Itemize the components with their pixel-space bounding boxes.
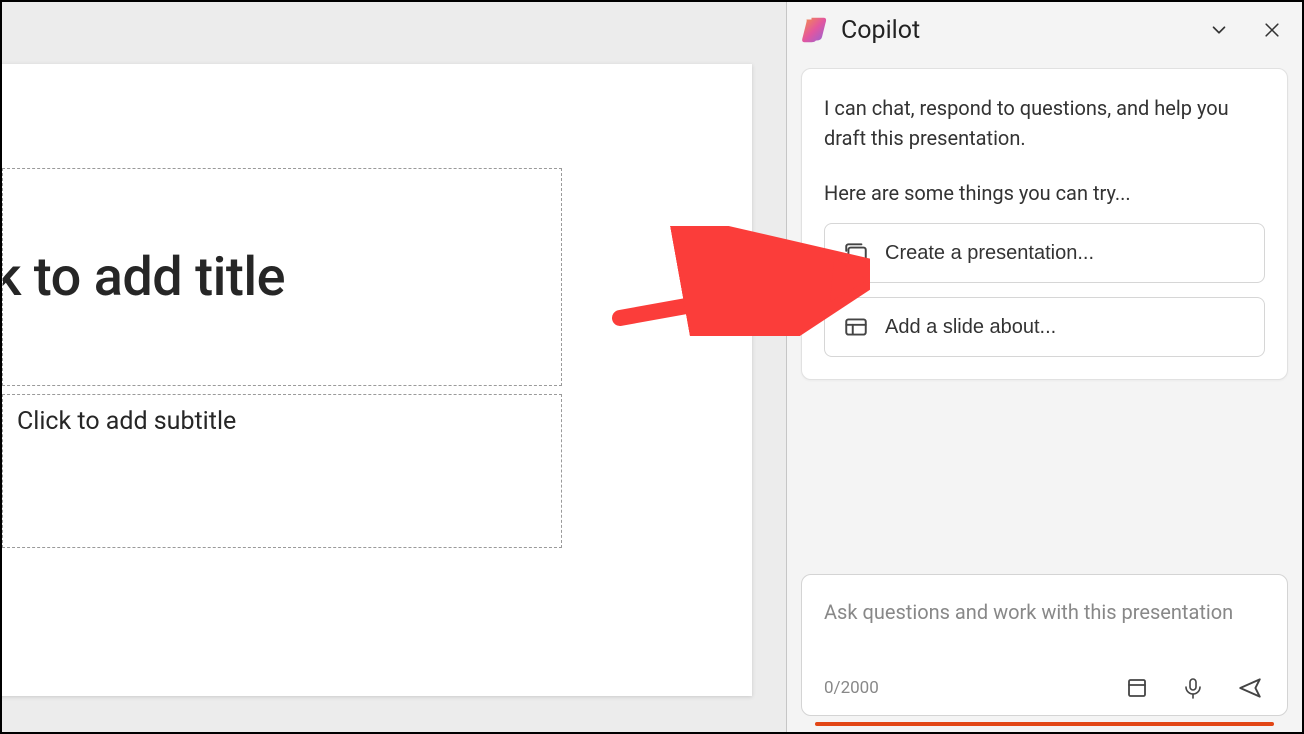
- copilot-intro-text: I can chat, respond to questions, and he…: [824, 93, 1265, 153]
- accent-bar: [815, 722, 1274, 726]
- close-button[interactable]: [1260, 18, 1284, 42]
- title-placeholder-box[interactable]: lick to add title: [2, 168, 562, 386]
- char-counter: 0/2000: [824, 678, 1123, 698]
- send-button[interactable]: [1235, 673, 1265, 703]
- copilot-title: Copilot: [841, 16, 1194, 45]
- prompt-guide-button[interactable]: [1123, 674, 1151, 702]
- copilot-input-placeholder: Ask questions and work with this present…: [824, 597, 1265, 659]
- copilot-logo-icon: [801, 16, 829, 44]
- slide-workspace: lick to add title Click to add subtitle: [2, 2, 786, 732]
- microphone-button[interactable]: [1179, 674, 1207, 702]
- collapse-button[interactable]: [1206, 17, 1232, 43]
- suggestion-label: Add a slide about...: [885, 316, 1056, 339]
- send-icon: [1237, 675, 1263, 701]
- add-slide-button[interactable]: Add a slide about...: [824, 297, 1265, 357]
- chevron-down-icon: [1208, 19, 1230, 41]
- book-icon: [1125, 676, 1149, 700]
- slide-layout-icon: [843, 314, 869, 340]
- close-icon: [1262, 20, 1282, 40]
- copilot-header: Copilot: [787, 2, 1302, 58]
- copilot-panel: Copilot I can chat, respond to questions…: [786, 2, 1302, 732]
- microphone-icon: [1181, 676, 1205, 700]
- title-placeholder-text: lick to add title: [2, 246, 285, 309]
- copilot-body: I can chat, respond to questions, and he…: [787, 58, 1302, 574]
- slide-canvas[interactable]: lick to add title Click to add subtitle: [2, 64, 752, 696]
- copilot-input[interactable]: Ask questions and work with this present…: [801, 574, 1288, 716]
- suggestion-label: Create a presentation...: [885, 242, 1094, 265]
- subtitle-placeholder-text: Click to add subtitle: [17, 407, 547, 436]
- copilot-prompt-text: Here are some things you can try...: [824, 181, 1265, 205]
- copilot-input-area: Ask questions and work with this present…: [787, 574, 1302, 732]
- presentation-stack-icon: [843, 240, 869, 266]
- subtitle-placeholder-box[interactable]: Click to add subtitle: [2, 394, 562, 548]
- create-presentation-button[interactable]: Create a presentation...: [824, 223, 1265, 283]
- copilot-intro-card: I can chat, respond to questions, and he…: [801, 68, 1288, 380]
